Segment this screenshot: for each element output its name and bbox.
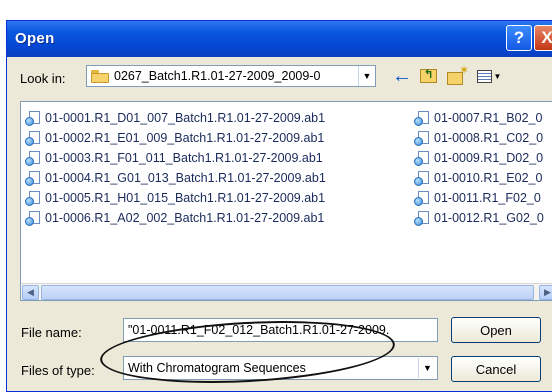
file-name-label: File name: [21,325,82,340]
ab1-file-icon [414,130,430,146]
ab1-file-icon [414,110,430,126]
files-of-type-value: With Chromatogram Sequences [128,361,306,375]
files-of-type-dropdown[interactable]: With Chromatogram Sequences ▼ [123,356,438,380]
file-name-input[interactable]: "01-0011.R1_F02_012_Batch1.R1.01-27-2009… [123,318,438,342]
new-folder-icon[interactable] [444,63,469,86]
file-item-label: 01-0004.R1_G01_013_Batch1.R1.01-27-2009.… [45,171,326,185]
file-item-label: 01-0006.R1_A02_002_Batch1.R1.01-27-2009.… [45,211,325,225]
files-of-type-label: Files of type: [21,363,95,378]
folder-icon [91,69,109,83]
file-item[interactable]: 01-0008.R1_C02_0 [414,128,544,148]
ab1-file-icon [25,210,41,226]
file-item-label: 01-0007.R1_B02_0 [434,111,543,125]
file-item[interactable]: 01-0004.R1_G01_013_Batch1.R1.01-27-2009.… [25,168,326,188]
file-list[interactable]: 01-0001.R1_D01_007_Batch1.R1.01-27-2009.… [20,101,552,301]
ab1-file-icon [25,130,41,146]
file-item[interactable]: 01-0001.R1_D01_007_Batch1.R1.01-27-2009.… [25,108,326,128]
horizontal-scrollbar[interactable]: ◀ ▶ [21,283,552,300]
cancel-button[interactable]: Cancel [451,356,541,382]
scroll-thumb[interactable] [41,285,534,300]
back-arrow-icon[interactable]: ← [391,65,413,87]
ab1-file-icon [414,210,430,226]
file-item-label: 01-0005.R1_H01_015_Batch1.R1.01-27-2009.… [45,191,326,205]
open-button[interactable]: Open [451,317,541,343]
look-in-label: Look in: [20,71,66,86]
ab1-file-icon [25,170,41,186]
file-item-label: 01-0003.R1_F01_011_Batch1.R1.01-27-2009.… [45,151,323,165]
file-item-label: 01-0001.R1_D01_007_Batch1.R1.01-27-2009.… [45,111,326,125]
file-item-label: 01-0012.R1_G02_0 [434,211,544,225]
file-item[interactable]: 01-0011.R1_F02_0 [414,188,544,208]
dialog-title: Open [15,30,55,47]
file-item-label: 01-0008.R1_C02_0 [434,131,544,145]
ab1-file-icon [25,150,41,166]
file-item-label: 01-0009.R1_D02_0 [434,151,544,165]
file-item[interactable]: 01-0010.R1_E02_0 [414,168,544,188]
chevron-down-icon[interactable]: ▼ [418,358,436,378]
open-dialog: Open ? X Look in: 0267_Batch1.R1.01-27-2… [6,20,552,392]
file-item[interactable]: 01-0012.R1_G02_0 [414,208,544,228]
file-item[interactable]: 01-0007.R1_B02_0 [414,108,544,128]
file-item[interactable]: 01-0005.R1_H01_015_Batch1.R1.01-27-2009.… [25,188,326,208]
help-button[interactable]: ? [506,25,532,51]
scroll-right-icon[interactable]: ▶ [539,285,552,300]
file-column-1: 01-0001.R1_D01_007_Batch1.R1.01-27-2009.… [25,108,326,228]
file-column-2: 01-0007.R1_B02_0 01-0008.R1_C02_0 01-0009.… [414,108,544,228]
ab1-file-icon [25,190,41,206]
ab1-file-icon [414,170,430,186]
view-menu-icon[interactable]: ▼ [473,66,505,86]
ab1-file-icon [414,150,430,166]
file-item-label: 01-0002.R1_E01_009_Batch1.R1.01-27-2009.… [45,131,325,145]
scroll-left-icon[interactable]: ◀ [22,285,39,300]
file-item[interactable]: 01-0006.R1_A02_002_Batch1.R1.01-27-2009.… [25,208,326,228]
file-item-label: 01-0011.R1_F02_0 [434,191,541,205]
look-in-dropdown[interactable]: 0267_Batch1.R1.01-27-2009_2009-0 ▼ [86,65,376,87]
look-in-value: 0267_Batch1.R1.01-27-2009_2009-0 [114,69,321,83]
title-bar[interactable]: Open ? X [7,21,552,57]
file-item[interactable]: 01-0002.R1_E01_009_Batch1.R1.01-27-2009.… [25,128,326,148]
file-item-label: 01-0010.R1_E02_0 [434,171,543,185]
chevron-down-icon[interactable]: ▼ [358,66,375,86]
ab1-file-icon [25,110,41,126]
close-button[interactable]: X [534,25,552,51]
file-item[interactable]: 01-0009.R1_D02_0 [414,148,544,168]
ab1-file-icon [414,190,430,206]
file-item[interactable]: 01-0003.R1_F01_011_Batch1.R1.01-27-2009.… [25,148,326,168]
up-one-level-icon[interactable] [417,66,439,86]
